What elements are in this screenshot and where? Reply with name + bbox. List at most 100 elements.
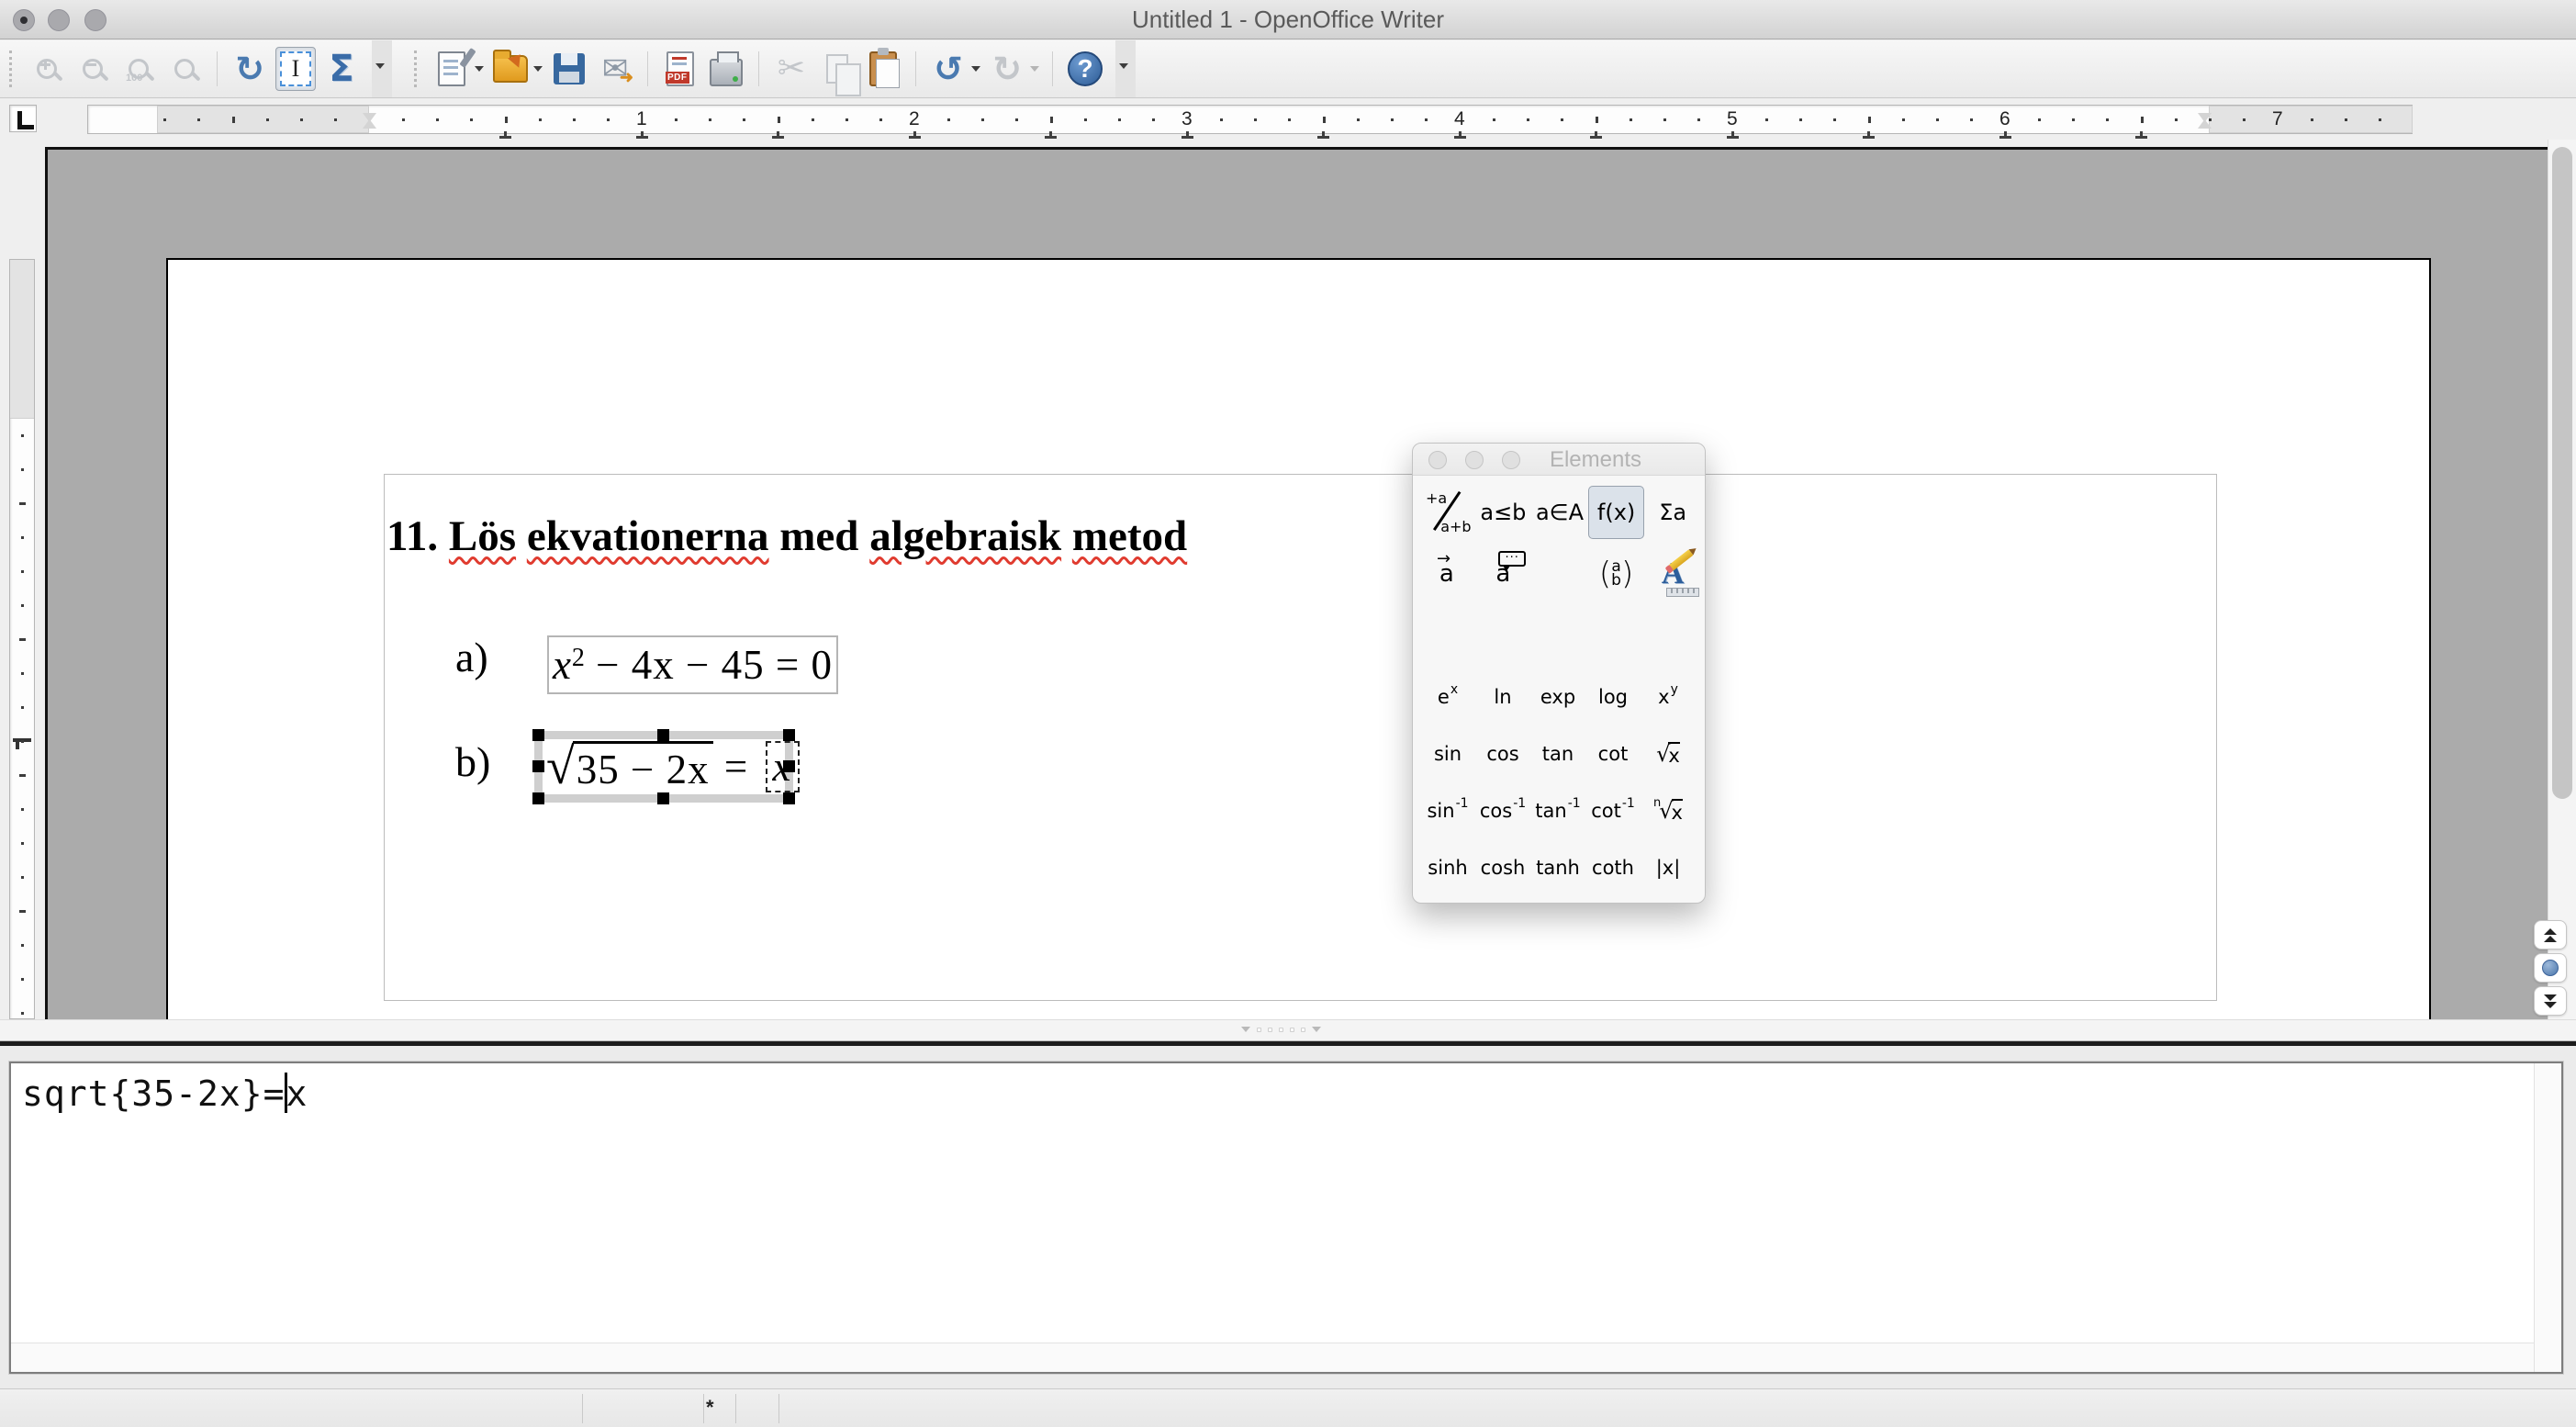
category-others[interactable]: a ··· [1475,547,1532,601]
formula-command-window[interactable]: sqrt{35-2x}=x [8,1061,2564,1375]
text-frame[interactable]: 11. Lös ekvationerna med algebraisk meto… [384,474,2217,1001]
next-page-button[interactable] [2534,986,2567,1016]
function-exp[interactable]: exp [1530,669,1585,725]
formula-object-a[interactable]: x2 − 4x − 45 = 0 [547,635,838,694]
function-tan-inverse[interactable]: tan -1 [1530,782,1585,839]
selection-handle[interactable] [657,729,669,741]
function-tan[interactable]: tan [1530,725,1585,782]
selection-handle[interactable] [783,792,795,804]
category-attributes[interactable]: a → [1418,547,1475,601]
function-sin-inverse[interactable]: sin -1 [1420,782,1475,839]
save-button[interactable] [549,47,589,91]
open-dropdown[interactable] [533,66,543,72]
command-horizontal-scrollbar[interactable] [11,1343,2534,1372]
function-nth-root[interactable]: n √ x [1641,782,1696,839]
ruler-number: 6 [1999,108,2010,129]
selection-handle[interactable] [783,760,795,772]
palette-close-button[interactable] [1428,451,1447,469]
formula-command-text[interactable]: sqrt{35-2x}=x [22,1073,308,1114]
ruler-left-margin [157,106,369,133]
zoom-in-button[interactable] [27,47,67,91]
category-operators[interactable]: Σa [1644,486,1701,539]
function-cos-inverse[interactable]: cos -1 [1475,782,1530,839]
function-cosh[interactable]: cosh [1475,839,1530,896]
navigation-button[interactable] [2534,953,2567,983]
category-brackets[interactable]: (a b) [1588,547,1645,601]
selection-handle[interactable] [532,792,544,804]
ruler-tick [1424,118,1428,121]
page[interactable]: 11. Lös ekvationerna med algebraisk meto… [166,258,2431,1019]
document-window[interactable]: 11. Lös ekvationerna med algebraisk meto… [45,147,2548,1019]
function-x^y[interactable]: xy [1641,669,1696,725]
zoom-fit-button[interactable] [164,47,205,91]
function-e^x[interactable]: ex [1420,669,1475,725]
redo-dropdown[interactable] [1030,66,1039,72]
formula-cursor-button[interactable]: I [275,47,316,91]
function-sin[interactable]: sin [1420,725,1475,782]
ruler-tick [947,118,951,121]
formula-object-b-selected[interactable]: √ 35 − 2x = x [532,729,800,804]
undo-button[interactable]: ↺ [928,47,969,91]
function-log[interactable]: log [1585,669,1641,725]
function-cot[interactable]: cot [1585,725,1641,782]
refresh-button[interactable]: ↻ [230,47,270,91]
ruler-tick [470,118,474,121]
toolbar-grip[interactable] [9,51,15,87]
copy-button[interactable] [817,47,861,96]
new-document-button[interactable] [431,47,476,91]
ruler-tick [1527,118,1530,121]
redo-button[interactable]: ↻ [987,47,1027,91]
ruler-tick [1390,118,1394,121]
title-bar[interactable]: Untitled 1 - OpenOffice Writer [0,0,2576,39]
palette-title-bar[interactable]: Elements [1413,444,1705,476]
zoom-100-button[interactable]: 100 [118,47,159,91]
ruler-tick [21,842,24,845]
previous-page-button[interactable] [2534,920,2567,949]
function-sqrt[interactable]: √ x [1641,725,1696,782]
toolbar-overflow[interactable] [1115,40,1136,97]
elements-button[interactable]: Σ [321,47,362,91]
scrollbar-thumb[interactable] [2552,147,2572,799]
print-button[interactable] [706,47,746,91]
selection-handle[interactable] [657,792,669,804]
export-pdf-button[interactable]: PDF [660,47,700,91]
zoom-out-button[interactable] [73,47,113,91]
function-tanh[interactable]: tanh [1530,839,1585,896]
function-cot-inverse[interactable]: cot -1 [1585,782,1641,839]
command-vertical-scrollbar[interactable] [2534,1063,2561,1372]
function-cos[interactable]: cos [1475,725,1530,782]
paste-button[interactable] [863,47,903,91]
icon-text: a∈A [1535,500,1584,525]
horizontal-ruler[interactable]: 1 2 3 4 5 6 7 [87,105,2413,139]
vertical-ruler[interactable] [9,259,35,1019]
toolbar-grip[interactable] [414,51,420,87]
function-coth[interactable]: coth [1585,839,1641,896]
ruler-tick [1049,117,1053,123]
function-ln[interactable]: ln [1475,669,1530,725]
selection-handle[interactable] [532,729,544,741]
status-separator [703,1394,704,1423]
category-formats[interactable]: A [1644,547,1701,601]
undo-dropdown[interactable] [971,66,980,72]
function-abs[interactable]: |x| [1641,839,1696,896]
category-relations[interactable]: a≤b [1475,486,1532,539]
category-unary-binary-operators[interactable]: +a a+b [1418,486,1475,539]
elements-palette[interactable]: Elements +a a+b a≤b a∈A f(x) Σa a → a ··· (a b) A e… [1412,443,1706,904]
palette-minimize-button[interactable] [1465,451,1484,469]
tab-type-selector[interactable] [9,105,37,132]
new-document-dropdown[interactable] [475,66,484,72]
toolbar-overflow[interactable] [372,40,392,97]
function-sinh[interactable]: sinh [1420,839,1475,896]
splitter[interactable] [0,1019,2576,1041]
email-document-button[interactable]: ✉ ➜ [595,47,635,91]
open-button[interactable] [490,47,531,91]
category-functions[interactable]: f(x) [1587,486,1645,539]
cut-button[interactable]: ✂ [771,47,812,91]
vertical-scrollbar[interactable] [2548,140,2576,1019]
tab-stop-marker [772,131,784,139]
selection-handle[interactable] [783,729,795,741]
category-set-operations[interactable]: a∈A [1531,486,1588,539]
selection-handle[interactable] [532,760,544,772]
help-button[interactable]: ? [1065,47,1105,91]
splitter-handle[interactable] [1241,1027,1321,1032]
